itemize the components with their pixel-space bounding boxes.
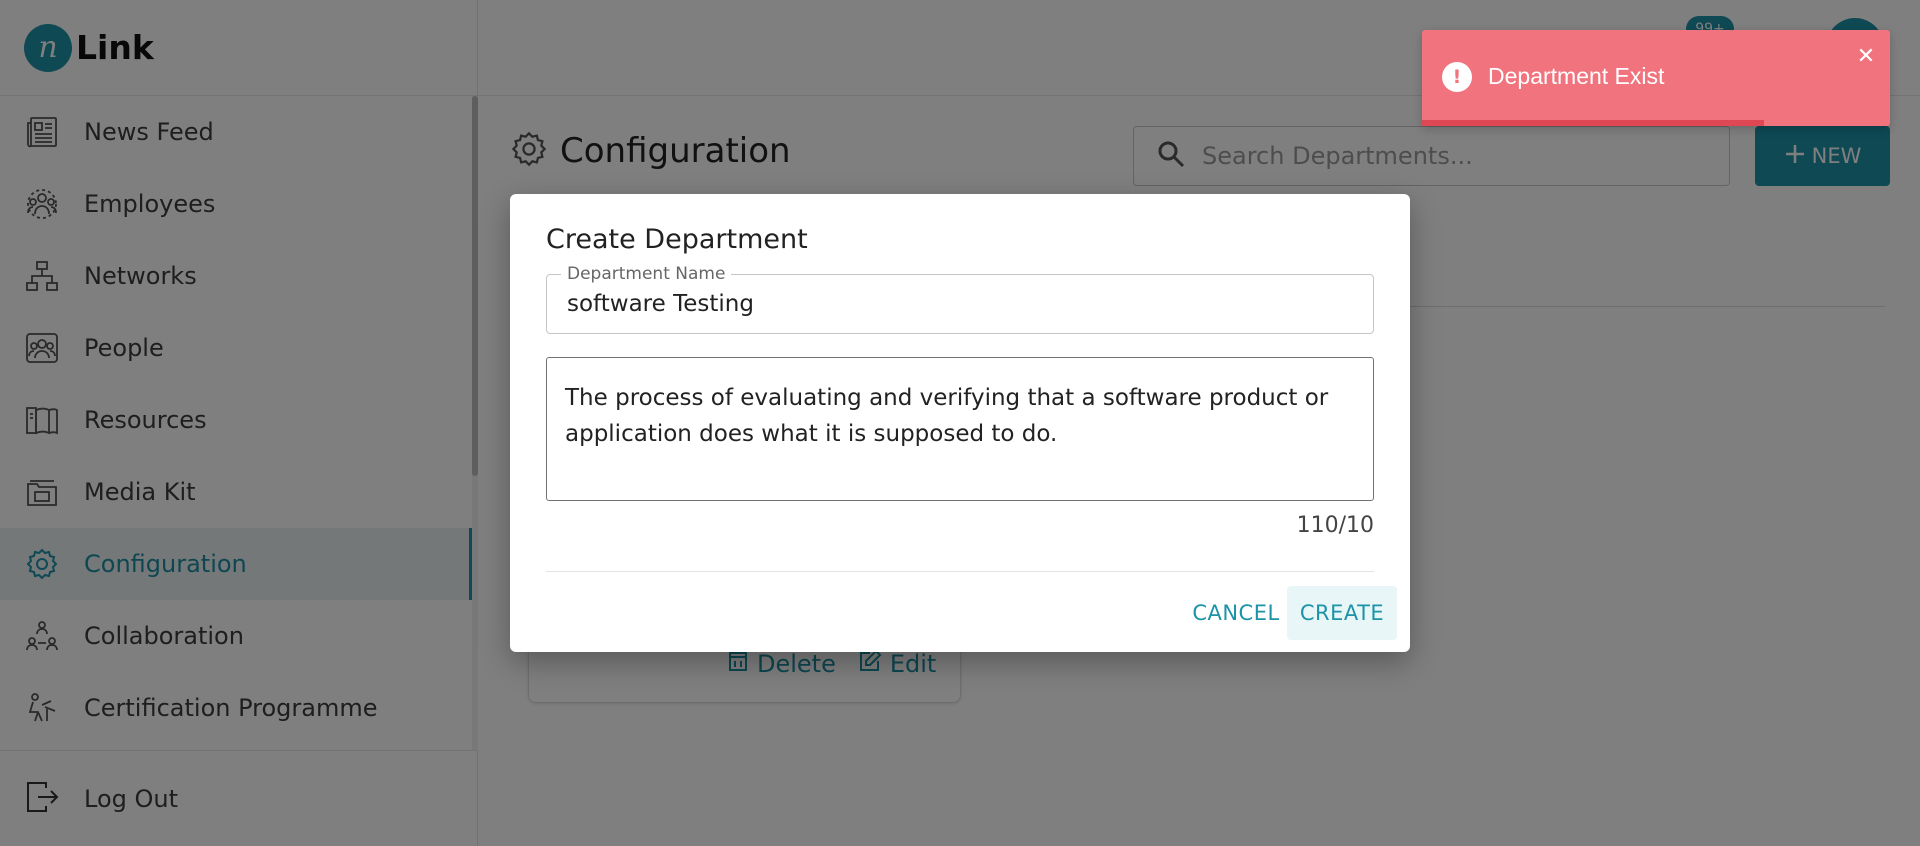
dialog-title: Create Department [546, 224, 808, 255]
toast-progress-bar [1422, 120, 1764, 126]
error-toast: ! Department Exist ✕ [1422, 30, 1890, 126]
create-department-dialog: Create Department Department Name softwa… [510, 194, 1410, 652]
alert-icon: ! [1442, 62, 1472, 92]
create-button[interactable]: CREATE [1287, 586, 1397, 640]
toast-message: Department Exist [1488, 63, 1665, 89]
character-counter: 110/10 [1296, 513, 1374, 538]
department-name-input[interactable]: software Testing [567, 291, 754, 317]
dialog-divider [546, 571, 1374, 572]
close-icon[interactable]: ✕ [1854, 44, 1878, 69]
department-name-field[interactable]: Department Name software Testing [546, 264, 1374, 334]
department-name-label: Department Name [561, 264, 732, 284]
description-textarea[interactable]: The process of evaluating and verifying … [546, 357, 1374, 501]
